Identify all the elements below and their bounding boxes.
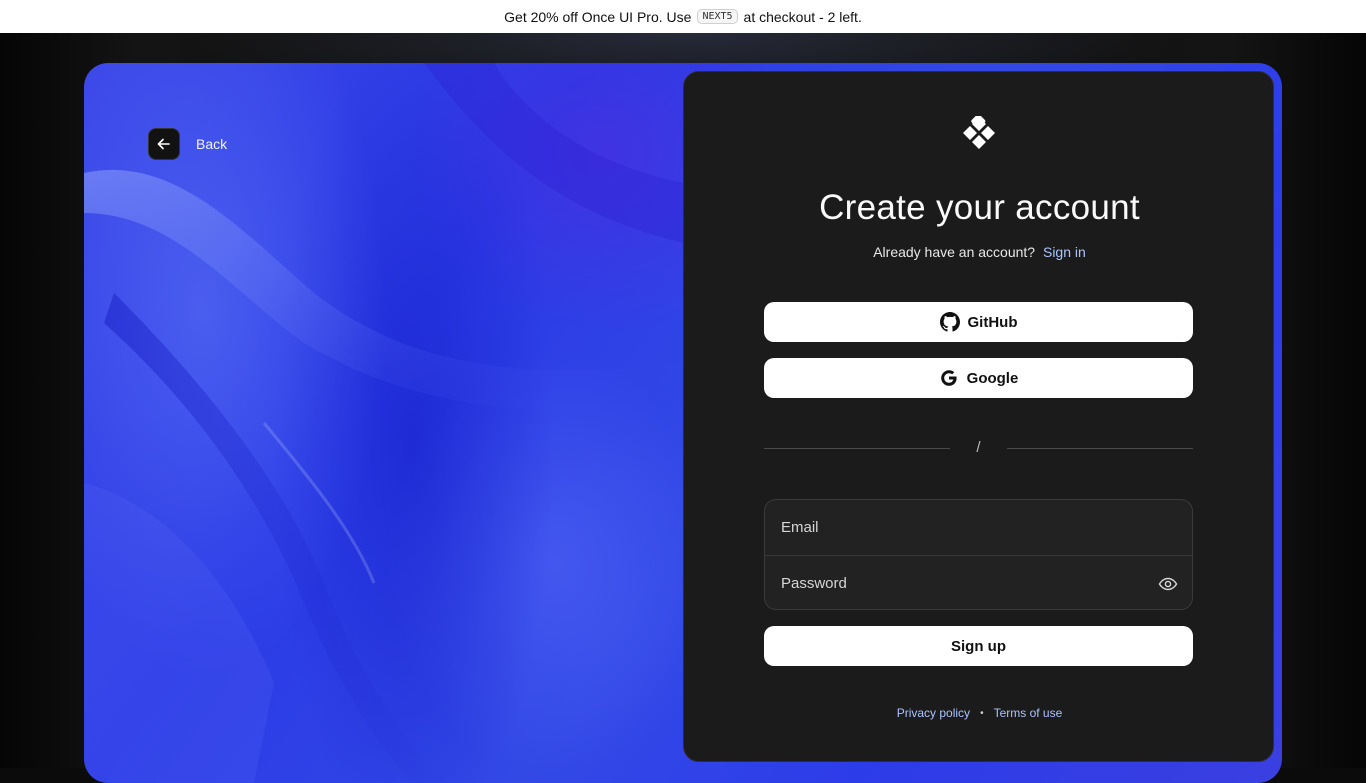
signin-prompt: Already have an account? Sign in (684, 244, 1275, 260)
page-background: Back Create your account Already have an… (0, 33, 1366, 783)
footer-separator: • (980, 707, 984, 719)
signin-prompt-text: Already have an account? (873, 244, 1036, 260)
google-icon (940, 370, 957, 386)
once-ui-logo-icon (963, 116, 995, 149)
hero-frame: Back Create your account Already have an… (84, 63, 1282, 783)
eye-icon[interactable] (1158, 574, 1178, 594)
back-button[interactable] (148, 128, 180, 160)
promo-code: NEXT5 (697, 9, 738, 24)
or-divider: / (764, 439, 1193, 459)
promo-text-start: Get 20% off Once UI Pro. Use (504, 8, 692, 25)
back-control[interactable]: Back (148, 128, 227, 160)
github-icon (939, 312, 960, 332)
google-label: Google (966, 369, 1019, 387)
github-button[interactable]: GitHub (764, 302, 1193, 342)
google-button[interactable]: Google (764, 358, 1193, 398)
signin-link[interactable]: Sign in (1043, 244, 1086, 260)
signup-card: Create your account Already have an acco… (683, 71, 1274, 762)
page-title: Create your account (819, 188, 1140, 227)
promo-banner: Get 20% off Once UI Pro. Use NEXT5 at ch… (0, 0, 1366, 33)
arrow-left-icon (157, 138, 170, 150)
signup-button[interactable]: Sign up (764, 626, 1193, 666)
email-field[interactable] (765, 500, 1192, 555)
promo-text-end: at checkout - 2 left. (743, 8, 862, 25)
divider-line-right (1007, 448, 1193, 449)
back-label[interactable]: Back (196, 136, 227, 152)
legal-links: Privacy policy • Terms of use (684, 706, 1275, 720)
credentials-group (764, 499, 1193, 610)
terms-of-use-link[interactable]: Terms of use (994, 706, 1063, 720)
password-field-wrapper (765, 555, 1192, 609)
email-field-wrapper (765, 500, 1192, 555)
signup-label: Sign up (951, 637, 1006, 655)
github-label: GitHub (967, 313, 1018, 331)
password-field[interactable] (765, 556, 1192, 609)
privacy-policy-link[interactable]: Privacy policy (897, 706, 970, 720)
fabric-sheen (84, 63, 684, 783)
